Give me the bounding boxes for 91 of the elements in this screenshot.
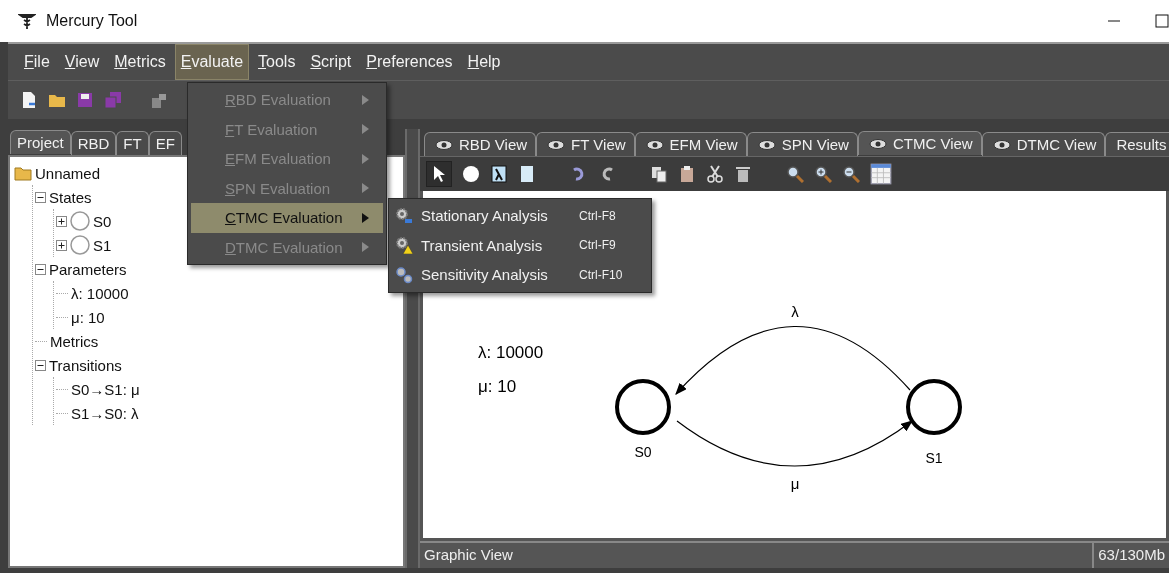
copy-icon[interactable] [650, 165, 668, 183]
submenu-arrow-icon [362, 124, 369, 135]
parameter-label: μ: 10 [478, 377, 517, 396]
menu-item[interactable]: Metrics [108, 44, 172, 80]
tree-item[interactable]: S1→S0: λ [71, 404, 139, 422]
transition-arrow[interactable] [676, 420, 913, 467]
menu-entry[interactable]: CTMC Evaluation [191, 203, 383, 233]
pointer-tool[interactable] [426, 161, 452, 187]
table-icon[interactable] [870, 163, 892, 185]
state-circle-icon [70, 235, 90, 255]
gear-icon [395, 206, 413, 225]
submenu-arrow-icon [362, 183, 369, 194]
tab[interactable]: EFM View [634, 132, 747, 156]
eye-icon [435, 139, 453, 150]
collapse-icon[interactable] [35, 263, 46, 275]
menu-entry[interactable]: Transient Analysis [421, 236, 571, 254]
tab[interactable]: EF [148, 131, 182, 155]
state-node[interactable] [906, 379, 962, 435]
menu-item[interactable]: Script [304, 44, 358, 80]
tab[interactable]: SPN View [746, 132, 858, 156]
menu-item[interactable]: Tools [252, 44, 302, 80]
submenu-arrow-icon [362, 212, 369, 223]
lambda-icon[interactable] [490, 165, 508, 183]
add-component-icon[interactable] [150, 91, 168, 109]
caduceus-logo-icon [18, 12, 36, 30]
transition-label: μ [790, 475, 800, 492]
status-text: Graphic View [423, 545, 514, 565]
eye-icon [645, 139, 664, 150]
document-icon[interactable] [518, 165, 536, 183]
gear-warning-icon [395, 236, 413, 255]
zoom-out-icon[interactable] [842, 165, 860, 183]
eye-icon [547, 139, 566, 150]
save-icon[interactable] [76, 91, 94, 109]
folder-icon [14, 164, 32, 182]
transition-arrow[interactable] [675, 325, 911, 395]
menu-item[interactable]: Preferences [360, 44, 459, 80]
memory-usage: 63/130Mb [1092, 543, 1169, 568]
state-label: S1 [925, 450, 943, 466]
menu-entry[interactable]: Stationary Analysis [421, 207, 571, 225]
menu-item[interactable]: View [58, 44, 106, 80]
window-title: Mercury Tool [46, 12, 139, 30]
eye-icon [757, 139, 776, 150]
tree-item[interactable]: Metrics [50, 332, 99, 350]
new-file-icon[interactable] [20, 91, 38, 109]
eye-icon [992, 139, 1011, 150]
menu-entry[interactable]: Sensitivity Analysis [421, 266, 571, 284]
tree-item[interactable]: μ: 10 [71, 308, 105, 326]
zoom-icon[interactable] [786, 165, 804, 183]
shortcut-label: Ctrl-F8 [579, 208, 617, 223]
tab[interactable]: RBD View [424, 132, 537, 156]
clipboard-icon[interactable] [678, 165, 696, 183]
transition-label: λ [791, 303, 799, 320]
state-node[interactable] [615, 379, 671, 435]
trash-icon[interactable] [734, 165, 752, 183]
tab[interactable]: Results [1105, 132, 1169, 156]
menu-item[interactable]: Help [461, 44, 507, 80]
tree-item[interactable]: States [49, 188, 92, 206]
expand-icon[interactable] [56, 239, 67, 251]
state-tool-icon[interactable] [462, 165, 480, 183]
collapse-icon[interactable] [35, 191, 46, 203]
tree-item[interactable]: S0→S1: μ [71, 380, 140, 398]
tab[interactable]: RBD [70, 131, 117, 155]
tree-item[interactable]: Unnamed [35, 164, 101, 182]
tree-item[interactable]: S1 [93, 236, 112, 254]
tab[interactable]: Project [10, 130, 71, 154]
tree-item[interactable]: λ: 10000 [71, 284, 129, 302]
shortcut-label: Ctrl-F9 [579, 238, 617, 253]
tree-item[interactable]: Parameters [49, 260, 127, 278]
scissors-icon[interactable] [706, 165, 724, 183]
zoom-in-icon[interactable] [814, 165, 832, 183]
parameter-label: λ: 10000 [478, 343, 544, 362]
tree-item[interactable]: S0 [93, 212, 112, 230]
tab[interactable]: DTMC View [981, 132, 1106, 156]
submenu-arrow-icon [362, 94, 369, 105]
gears-icon [395, 265, 413, 284]
pointer-icon [432, 165, 446, 183]
shortcut-label: Ctrl-F10 [579, 267, 624, 282]
maximize-icon[interactable] [1155, 14, 1169, 28]
submenu-arrow-icon [362, 242, 369, 253]
tree-item[interactable]: Transitions [49, 356, 122, 374]
expand-icon[interactable] [56, 215, 67, 227]
state-circle-icon [70, 211, 90, 231]
tab[interactable]: FT View [536, 132, 635, 156]
state-label: S0 [634, 444, 652, 460]
tab[interactable]: FT [116, 131, 149, 155]
eye-icon [868, 138, 887, 149]
menu-item[interactable]: File [18, 44, 56, 80]
tab[interactable]: CTMC View [857, 131, 982, 155]
collapse-icon[interactable] [35, 359, 46, 371]
menu-item[interactable]: Evaluate [174, 44, 250, 80]
submenu-arrow-icon [362, 153, 369, 164]
